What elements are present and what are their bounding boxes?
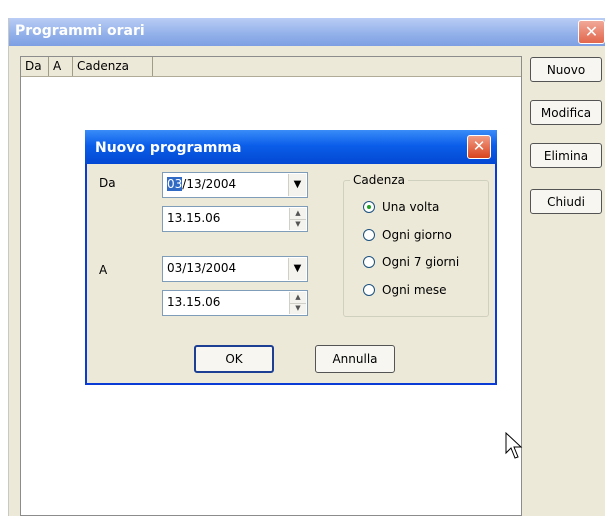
to-time-field[interactable]: 13.15.06 ▲ ▼ (162, 290, 308, 316)
column-header-to[interactable]: A (49, 57, 73, 76)
radio-once-label[interactable]: Una volta (382, 199, 439, 215)
to-time-value[interactable]: 13.15.06 (167, 294, 220, 310)
edit-button[interactable]: Modifica (530, 100, 602, 125)
to-time-spinner[interactable]: ▲ ▼ (289, 292, 306, 314)
to-date-picker[interactable]: 03/13/2004 ▼ (162, 256, 308, 282)
from-date-rest[interactable]: /13/2004 (182, 177, 236, 191)
radio-weekly-label[interactable]: Ogni 7 giorni (382, 254, 459, 270)
from-date-picker[interactable]: 03/13/2004 ▼ (162, 172, 308, 198)
radio-weekly[interactable] (363, 256, 375, 268)
frequency-group-label: Cadenza (350, 172, 408, 188)
from-date-month[interactable]: 03 (167, 177, 183, 191)
new-button[interactable]: Nuovo (530, 57, 602, 82)
close-button[interactable]: Chiudi (530, 189, 602, 214)
from-label: Da (99, 176, 116, 190)
to-label: A (99, 263, 108, 277)
column-header-frequency[interactable]: Cadenza (73, 57, 153, 76)
to-date-value[interactable]: 03/13/2004 (167, 260, 236, 276)
delete-button[interactable]: Elimina (530, 143, 602, 168)
column-header-from[interactable]: Da (21, 57, 49, 76)
dialog-close-button[interactable]: ✕ (467, 135, 491, 159)
close-icon: ✕ (584, 22, 599, 41)
from-time-value[interactable]: 13.15.06 (167, 210, 220, 226)
mouse-pointer-icon (505, 432, 523, 459)
radio-monthly-label[interactable]: Ogni mese (382, 282, 447, 298)
close-icon: ✕ (472, 137, 486, 155)
radio-daily-label[interactable]: Ogni giorno (382, 227, 452, 243)
dropdown-arrow-icon[interactable]: ▼ (288, 174, 306, 196)
cancel-button[interactable]: Annulla (315, 345, 395, 373)
radio-once[interactable] (363, 201, 375, 213)
background-window-edge (0, 18, 9, 516)
main-window-title: Programmi orari (15, 23, 145, 39)
dialog-title: Nuovo programma (95, 140, 242, 156)
ok-button[interactable]: OK (194, 345, 274, 373)
spin-down-icon[interactable]: ▼ (290, 219, 306, 230)
radio-daily[interactable] (363, 229, 375, 241)
from-time-spinner[interactable]: ▲ ▼ (289, 208, 306, 230)
radio-monthly[interactable] (363, 284, 375, 296)
list-header: Da A Cadenza (21, 57, 521, 77)
dropdown-arrow-icon[interactable]: ▼ (288, 258, 306, 280)
from-time-field[interactable]: 13.15.06 ▲ ▼ (162, 206, 308, 232)
main-close-button[interactable]: ✕ (578, 20, 605, 44)
spin-down-icon[interactable]: ▼ (290, 303, 306, 314)
